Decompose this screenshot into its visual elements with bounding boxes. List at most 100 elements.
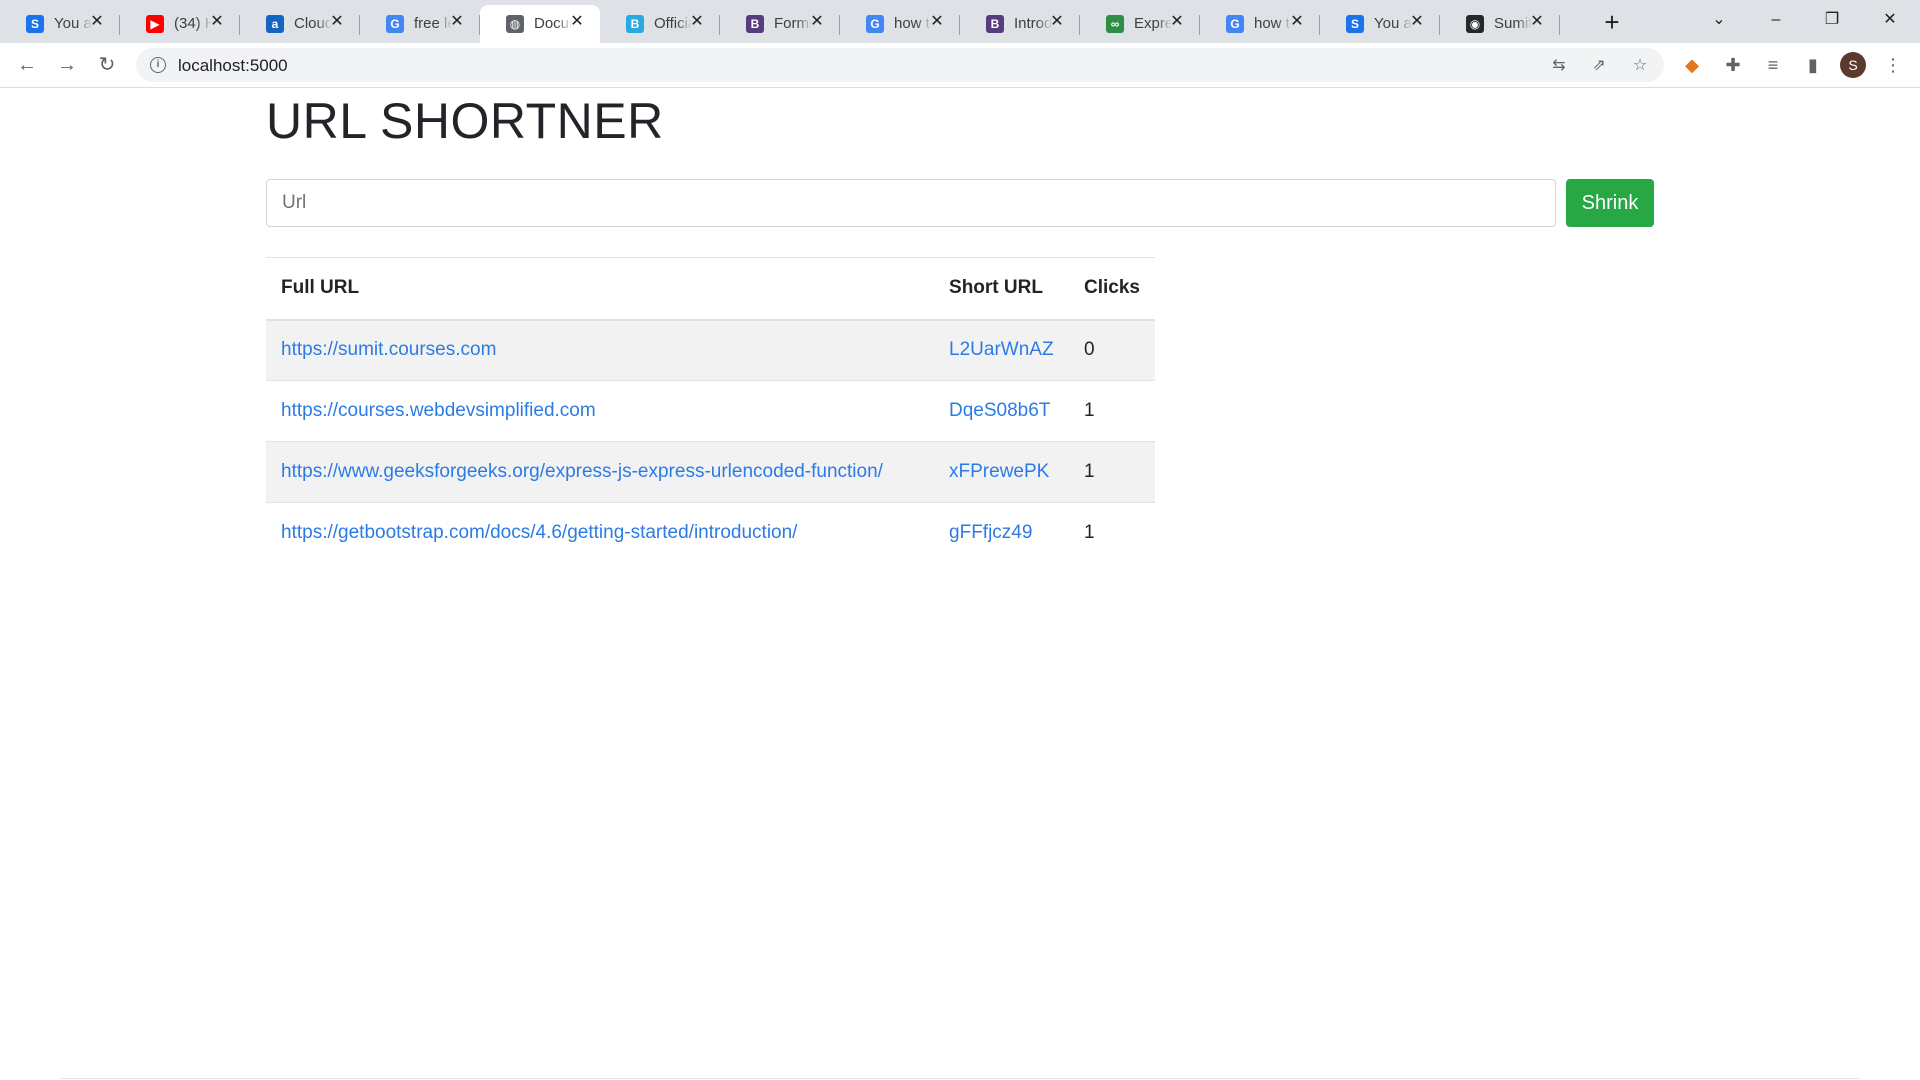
tab-close-icon[interactable]: ✕ xyxy=(808,13,826,31)
browser-tab[interactable]: Ghow tc✕ xyxy=(1200,5,1320,43)
short-url-link[interactable]: xFPrewePK xyxy=(949,461,1049,482)
bottom-divider xyxy=(60,1078,1860,1079)
tab-title: (34) H xyxy=(174,15,212,32)
extensions-puzzle-icon[interactable]: ✚ xyxy=(1720,52,1746,78)
new-tab-button[interactable]: + xyxy=(1598,9,1626,37)
short-url-link[interactable]: gFFfjcz49 xyxy=(949,522,1032,543)
tab-title: Introd xyxy=(1014,15,1052,32)
tab-close-icon[interactable]: ✕ xyxy=(928,13,946,31)
tab-favicon-icon: S xyxy=(1346,15,1364,33)
tab-title: Officia xyxy=(654,15,692,32)
profile-avatar[interactable]: S xyxy=(1840,52,1866,78)
browser-tab[interactable]: ◉ Sumit ✕ xyxy=(1440,5,1560,43)
tab-favicon-icon: S xyxy=(26,15,44,33)
full-url-link[interactable]: https://courses.webdevsimplified.com xyxy=(281,400,596,421)
tab-close-icon[interactable]: ✕ xyxy=(688,13,706,31)
tab-close-icon[interactable]: ✕ xyxy=(1048,13,1066,31)
tab-favicon-icon: B xyxy=(746,15,764,33)
tab-favicon-icon: ◍ xyxy=(506,15,524,33)
browser-tab[interactable]: B Introd ✕ xyxy=(960,5,1080,43)
table-row: https://sumit.courses.com L2UarWnAZ 0 xyxy=(266,319,1155,381)
tab-search-icon[interactable]: ⌄ xyxy=(1705,8,1733,32)
tab-favicon-icon: ▶ xyxy=(146,15,164,33)
browser-tab[interactable]: Gfree le ✕ xyxy=(360,5,480,43)
close-window-icon[interactable]: ✕ xyxy=(1876,8,1904,32)
browser-tab[interactable]: S You ar✕ xyxy=(0,5,120,43)
tab-title: free le xyxy=(414,15,452,32)
page-title: URL SHORTNER xyxy=(266,93,664,149)
tab-title: You ar xyxy=(54,15,92,32)
full-url-link[interactable]: https://www.geeksforgeeks.org/express-js… xyxy=(281,461,883,482)
share-icon[interactable]: ⇗ xyxy=(1589,56,1609,76)
tab-close-icon[interactable]: ✕ xyxy=(88,13,106,31)
tab-separator xyxy=(1559,15,1560,35)
tab-close-icon[interactable]: ✕ xyxy=(208,13,226,31)
tab-title: Forms xyxy=(774,15,812,32)
tab-close-icon[interactable]: ✕ xyxy=(1288,13,1306,31)
browser-tab[interactable]: B Forms✕ xyxy=(720,5,840,43)
tab-favicon-icon: B xyxy=(986,15,1004,33)
tab-title: Docur xyxy=(534,15,572,32)
tab-title: Sumit xyxy=(1494,15,1532,32)
tab-favicon-icon: G xyxy=(386,15,404,33)
tab-title: how tc xyxy=(1254,15,1292,32)
translate-icon[interactable]: ⇆ xyxy=(1549,56,1569,76)
address-bar[interactable]: i localhost:5000 ⇆ ⇗ ☆ xyxy=(136,48,1664,82)
browser-tab[interactable]: B Officia✕ xyxy=(600,5,720,43)
click-count: 1 xyxy=(1084,400,1095,421)
click-count: 0 xyxy=(1084,339,1095,361)
browser-toolbar: ← → ↻ i localhost:5000 ⇆ ⇗ ☆ ◆ ✚ ≡ ▮ S ⋮ xyxy=(0,43,1920,88)
table-row: https://courses.webdevsimplified.com Dqe… xyxy=(266,381,1155,442)
header-full-url: Full URL xyxy=(281,277,360,299)
side-panel-icon[interactable]: ▮ xyxy=(1800,52,1826,78)
click-count: 1 xyxy=(1084,461,1095,482)
click-count: 1 xyxy=(1084,522,1095,544)
table-header-row: Full URL Short URL Clicks xyxy=(266,257,1155,320)
tab-close-icon[interactable]: ✕ xyxy=(568,13,586,31)
tab-close-icon[interactable]: ✕ xyxy=(1168,13,1186,31)
browser-tab[interactable]: ▶ (34) H ✕ xyxy=(120,5,240,43)
forward-icon[interactable]: → xyxy=(53,51,81,79)
tab-strip: SYou ar✕▶(34) H✕aCloud✕Gfree le✕◍Docur✕B… xyxy=(0,0,1920,43)
header-clicks: Clicks xyxy=(1084,277,1140,299)
browser-tab[interactable]: S You ar✕ xyxy=(1320,5,1440,43)
tab-title: Expres xyxy=(1134,15,1172,32)
media-control-icon[interactable]: ≡ xyxy=(1760,52,1786,78)
tab-favicon-icon: ∞ xyxy=(1106,15,1124,33)
back-icon[interactable]: ← xyxy=(13,51,41,79)
urls-table: Full URL Short URL Clicks https://sumit.… xyxy=(266,257,1155,564)
header-short-url: Short URL xyxy=(949,277,1043,299)
browser-tab[interactable]: a Cloud ✕ xyxy=(240,5,360,43)
tab-title: how tc xyxy=(894,15,932,32)
tab-close-icon[interactable]: ✕ xyxy=(448,13,466,31)
tab-title: You ar xyxy=(1374,15,1412,32)
tab-favicon-icon: B xyxy=(626,15,644,33)
restore-icon[interactable]: ❐ xyxy=(1818,8,1846,32)
url-input[interactable] xyxy=(266,179,1556,227)
short-url-link[interactable]: L2UarWnAZ xyxy=(949,339,1054,360)
reload-icon[interactable]: ↻ xyxy=(93,51,121,79)
table-row: https://getbootstrap.com/docs/4.6/gettin… xyxy=(266,503,1155,564)
site-info-icon[interactable]: i xyxy=(150,57,166,73)
metamask-extension-icon[interactable]: ◆ xyxy=(1679,52,1705,78)
minimize-icon[interactable]: – xyxy=(1762,8,1790,32)
bookmark-star-icon[interactable]: ☆ xyxy=(1630,56,1650,76)
address-text[interactable]: localhost:5000 xyxy=(178,56,288,76)
browser-tab[interactable]: Ghow tc✕ xyxy=(840,5,960,43)
shrink-button[interactable]: Shrink xyxy=(1566,179,1654,227)
browser-tab[interactable]: ◍ Docur ✕ xyxy=(480,5,600,43)
browser-tab[interactable]: ∞ Expres✕ xyxy=(1080,5,1200,43)
table-row: https://www.geeksforgeeks.org/express-js… xyxy=(266,441,1155,503)
tab-close-icon[interactable]: ✕ xyxy=(1528,13,1546,31)
short-url-link[interactable]: DqeS08b6T xyxy=(949,400,1050,421)
page-content: URL SHORTNER Shrink Full URL Short URL C… xyxy=(0,89,1920,1080)
tab-favicon-icon: G xyxy=(1226,15,1244,33)
browser-menu-icon[interactable]: ⋮ xyxy=(1880,52,1906,78)
tab-favicon-icon: G xyxy=(866,15,884,33)
full-url-link[interactable]: https://sumit.courses.com xyxy=(281,339,496,360)
tab-favicon-icon: ◉ xyxy=(1466,15,1484,33)
tab-close-icon[interactable]: ✕ xyxy=(328,13,346,31)
full-url-link[interactable]: https://getbootstrap.com/docs/4.6/gettin… xyxy=(281,522,797,543)
tab-favicon-icon: a xyxy=(266,15,284,33)
tab-close-icon[interactable]: ✕ xyxy=(1408,13,1426,31)
